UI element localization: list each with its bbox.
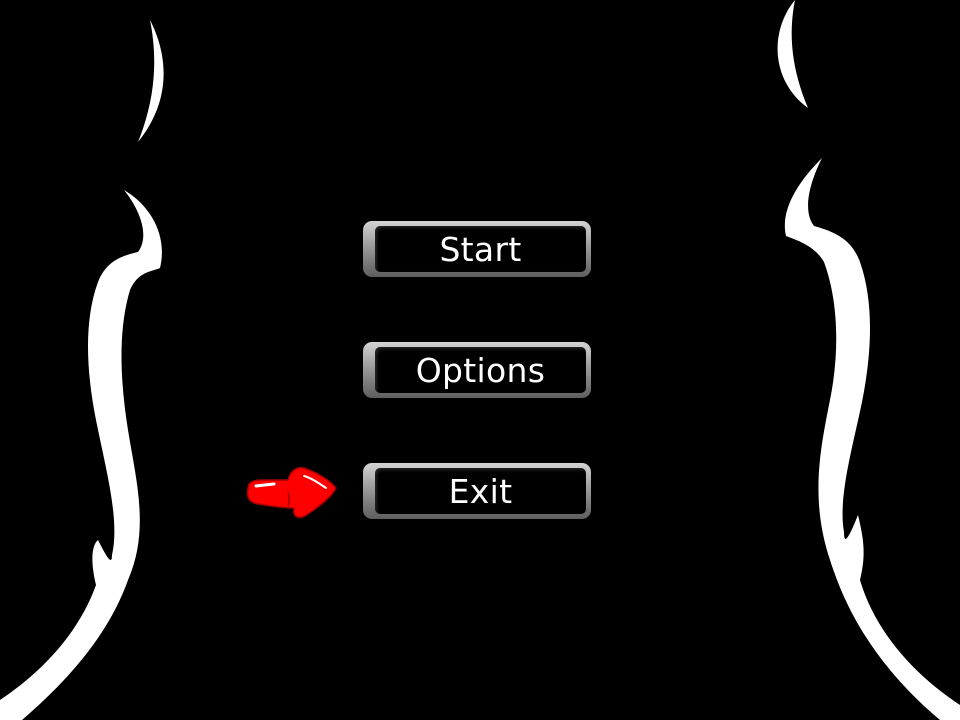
options-button[interactable]: Options [363, 342, 591, 398]
red-pointing-hand-icon [246, 466, 337, 519]
exit-button-label: Exit [448, 471, 513, 511]
start-button-face: Start [375, 226, 586, 272]
options-button-face: Options [375, 347, 586, 393]
start-button[interactable]: Start [363, 221, 591, 277]
exit-button-face: Exit [375, 468, 586, 514]
main-menu-screen: Start Options Exit [0, 0, 960, 720]
exit-button[interactable]: Exit [363, 463, 591, 519]
start-button-label: Start [439, 229, 522, 269]
options-button-label: Options [415, 350, 546, 390]
